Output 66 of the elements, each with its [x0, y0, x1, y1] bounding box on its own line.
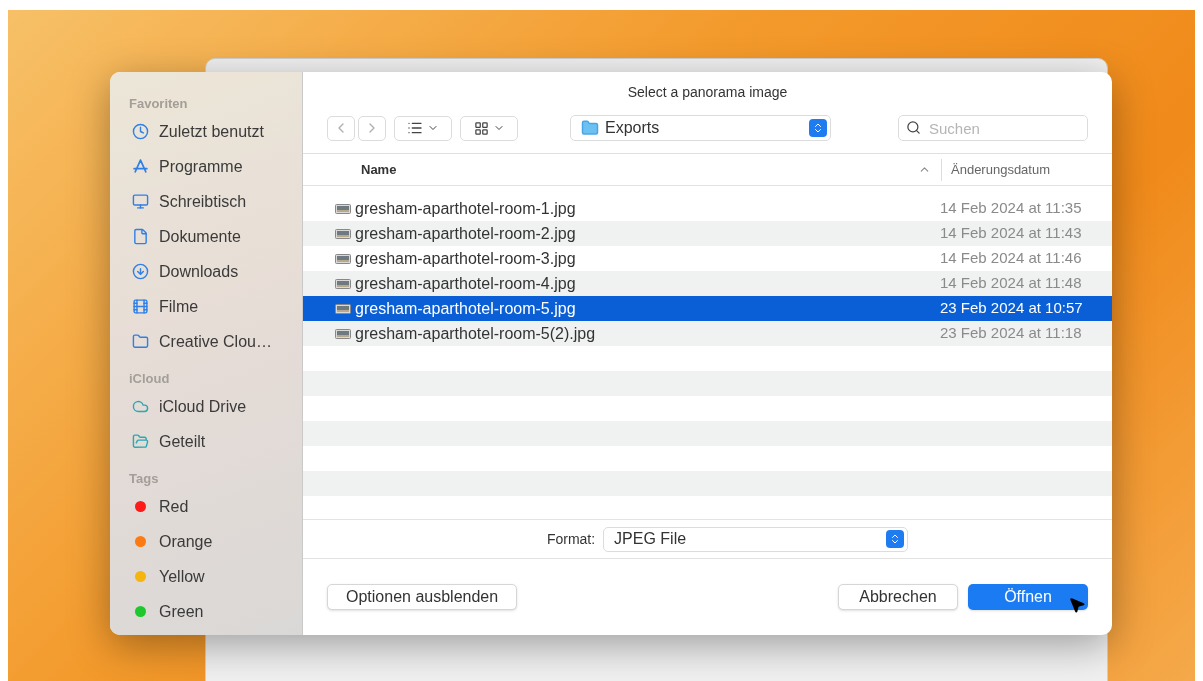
image-thumbnail-icon: [335, 328, 351, 339]
sidebar-item[interactable]: Geteilt: [159, 429, 206, 454]
open-button[interactable]: Öffnen: [968, 584, 1088, 610]
monitor-icon: [132, 193, 149, 210]
folder-icon: [132, 333, 149, 350]
column-header[interactable]: Änderungsdatum: [942, 159, 1112, 180]
sidebar-heading: Tags: [128, 470, 160, 488]
file-row[interactable]: gresham-aparthotel-room-4.jpg 14 Feb 2024 at 11:48: [303, 271, 1112, 296]
modified-date: 14 Feb 2024 at 11:35: [939, 198, 1083, 219]
dialog-title: Select a panorama image: [627, 82, 788, 102]
file-name: gresham-aparthotel-room-1.jpg: [354, 198, 577, 219]
format-label: Format:: [546, 529, 596, 549]
sidebar-item[interactable]: Orange: [159, 529, 213, 554]
file-name: gresham-aparthotel-room-3.jpg: [354, 248, 577, 269]
document-icon: [132, 228, 149, 245]
stepper-icon: [886, 530, 905, 548]
shared-folder-icon: [132, 433, 149, 450]
options-button[interactable]: Optionen ausblenden: [327, 584, 518, 610]
sidebar-heading: Favoriten: [128, 95, 189, 113]
search-icon: [906, 120, 921, 135]
sidebar-item[interactable]: iCloud Drive: [159, 394, 247, 419]
sidebar-item[interactable]: Dokumente: [159, 224, 241, 249]
list-view-button[interactable]: [394, 115, 452, 141]
cancel-button[interactable]: Abbrechen: [838, 584, 958, 610]
modified-date: 14 Feb 2024 at 11:48: [939, 273, 1083, 294]
format-dropdown[interactable]: JPEG File: [603, 526, 909, 552]
file-name: gresham-aparthotel-room-5.jpg: [354, 298, 577, 319]
download-icon: [132, 263, 149, 280]
list-icon: [407, 120, 423, 136]
stepper-icon: [809, 119, 827, 137]
cloud-icon: [132, 398, 149, 415]
sidebar-item[interactable]: Yellow: [159, 564, 205, 589]
image-thumbnail-icon: [335, 253, 351, 264]
sidebar-item[interactable]: Zuletzt benutzt: [159, 119, 264, 144]
file-row[interactable]: gresham-aparthotel-room-5.jpg 23 Feb 2024 at 10:57: [303, 296, 1112, 321]
sidebar-item[interactable]: Schreibtisch: [159, 189, 247, 214]
modified-date: 14 Feb 2024 at 11:46: [939, 248, 1083, 269]
modified-date: 23 Feb 2024 at 10:57: [939, 298, 1084, 319]
clock-icon: [132, 123, 149, 140]
sidebar-item[interactable]: Downloads: [159, 259, 239, 284]
file-name: gresham-aparthotel-room-2.jpg: [354, 223, 577, 244]
mouse-cursor-icon: [1068, 596, 1086, 614]
grid-icon: [473, 120, 489, 136]
modified-date: 14 Feb 2024 at 11:43: [939, 223, 1083, 244]
film-icon: [132, 298, 149, 315]
sidebar-item[interactable]: Creative Clou…: [159, 329, 272, 354]
sidebar-item[interactable]: Green: [159, 599, 204, 624]
image-thumbnail-icon: [335, 278, 351, 289]
sidebar-item[interactable]: Filme: [159, 294, 199, 319]
image-thumbnail-icon: [335, 303, 351, 314]
location-dropdown[interactable]: Exports: [570, 115, 831, 141]
group-view-button[interactable]: [460, 115, 518, 141]
sidebar-item[interactable]: Programme: [159, 154, 243, 179]
file-row[interactable]: gresham-aparthotel-room-2.jpg 14 Feb 2024 at 11:43: [303, 221, 1112, 246]
image-thumbnail-icon: [335, 228, 351, 239]
file-name: gresham-aparthotel-room-4.jpg: [354, 273, 577, 294]
apps-icon: [132, 158, 149, 175]
file-name: gresham-aparthotel-room-5(2).jpg: [354, 323, 597, 344]
column-header[interactable]: Name: [303, 159, 918, 180]
image-thumbnail-icon: [335, 203, 351, 214]
modified-date: 23 Feb 2024 at 11:18: [939, 323, 1083, 344]
sidebar-heading: iCloud: [128, 370, 171, 388]
sidebar-item[interactable]: Red: [159, 494, 189, 519]
search-field[interactable]: Suchen: [898, 115, 1088, 141]
file-row[interactable]: gresham-aparthotel-room-5(2).jpg 23 Feb 2024 at 11:18: [303, 321, 1112, 346]
folder-icon: [581, 119, 599, 137]
